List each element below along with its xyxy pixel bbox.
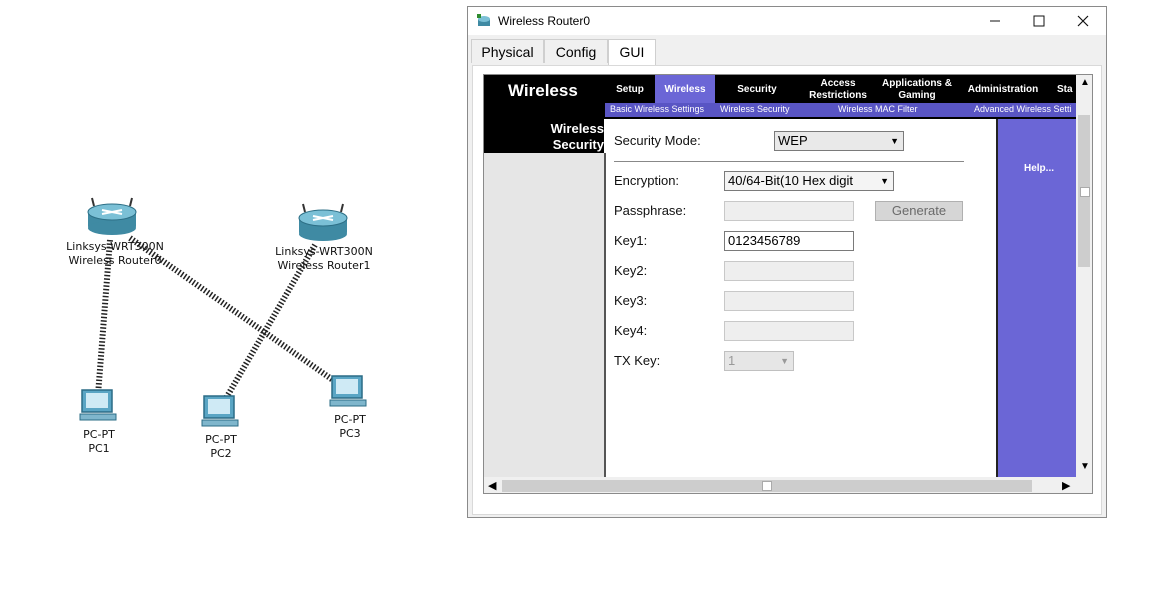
security-mode-value: WEP xyxy=(778,133,808,148)
scroll-marker xyxy=(762,481,772,491)
scroll-marker xyxy=(1080,187,1090,197)
key1-label: Key1: xyxy=(614,233,648,248)
submenu-bar: Basic Wireless Settings Wireless Securit… xyxy=(605,103,1076,117)
submenu-mac-filter[interactable]: Wireless MAC Filter xyxy=(838,104,918,114)
encryption-select[interactable]: 40/64-Bit(10 Hex digit ▼ xyxy=(724,171,894,191)
window-tabs: Physical Config GUI xyxy=(468,39,1106,65)
key2-label: Key2: xyxy=(614,263,648,278)
menu-administration[interactable]: Administration xyxy=(957,75,1049,105)
window-titlebar[interactable]: Wireless Router0 xyxy=(468,7,1106,35)
pc-name: PC2 xyxy=(210,447,232,460)
minimize-icon xyxy=(990,20,1000,22)
pc-model: PC-PT xyxy=(334,413,366,426)
encryption-label: Encryption: xyxy=(614,173,680,188)
pc2-label[interactable]: PC-PT PC2 xyxy=(194,433,248,461)
topology-workspace[interactable]: Linksys-WRT300N Wireless Router0 Linksys… xyxy=(0,0,460,605)
pc-icon xyxy=(329,375,367,407)
router-model: Linksys-WRT300N xyxy=(66,240,164,253)
topology-canvas xyxy=(79,197,367,427)
key2-input[interactable] xyxy=(724,261,854,281)
generate-button[interactable]: Generate xyxy=(875,201,963,221)
close-button[interactable] xyxy=(1060,7,1106,35)
pc-model: PC-PT xyxy=(205,433,237,446)
txkey-select[interactable]: 1 ▼ xyxy=(724,351,794,371)
menu-wireless[interactable]: Wireless xyxy=(655,75,715,105)
maximize-button[interactable] xyxy=(1016,7,1062,35)
key1-input[interactable]: 0123456789 xyxy=(724,231,854,251)
left-sidebar xyxy=(484,153,606,493)
router-name: Wireless Router1 xyxy=(277,259,371,272)
router-icon xyxy=(87,197,137,235)
key3-label: Key3: xyxy=(614,293,648,308)
scroll-left-icon[interactable]: ◀ xyxy=(488,479,496,492)
pc-icon xyxy=(201,395,239,427)
section-title-line1: Wireless xyxy=(550,121,604,136)
maximize-icon xyxy=(1033,15,1045,27)
passphrase-input[interactable] xyxy=(724,201,854,221)
submenu-advanced-wireless[interactable]: Advanced Wireless Setti xyxy=(974,104,1072,114)
app-icon xyxy=(476,13,492,34)
passphrase-label: Passphrase: xyxy=(614,203,687,218)
key4-label: Key4: xyxy=(614,323,648,338)
router0-label[interactable]: Linksys-WRT300N Wireless Router0 xyxy=(60,240,170,268)
chevron-down-icon: ▼ xyxy=(890,136,899,146)
router-name: Wireless Router0 xyxy=(68,254,162,267)
security-mode-label: Security Mode: xyxy=(614,133,701,148)
txkey-label: TX Key: xyxy=(614,353,661,368)
scroll-up-icon[interactable]: ▲ xyxy=(1080,77,1090,88)
router1-label[interactable]: Linksys-WRT300N Wireless Router1 xyxy=(268,245,380,273)
router-brand: Wireless xyxy=(508,81,578,100)
submenu-basic-wireless[interactable]: Basic Wireless Settings xyxy=(610,104,704,114)
divider xyxy=(614,161,964,162)
gui-panel: Wireless Setup Wireless Security Access … xyxy=(472,65,1102,515)
tab-physical[interactable]: Physical xyxy=(471,39,544,63)
pc3-label[interactable]: PC-PT PC3 xyxy=(323,413,377,441)
encryption-value: 40/64-Bit(10 Hex digit xyxy=(728,173,854,188)
router-web-page: Wireless Setup Wireless Security Access … xyxy=(483,74,1093,494)
router-model: Linksys-WRT300N xyxy=(275,245,373,258)
menu-setup[interactable]: Setup xyxy=(605,75,655,105)
section-title-line2: Security xyxy=(552,137,604,152)
router-icon xyxy=(298,203,348,241)
pc-name: PC1 xyxy=(88,442,110,455)
window-title: Wireless Router0 xyxy=(498,14,591,28)
pc-model: PC-PT xyxy=(83,428,115,441)
wireless-security-form: Security Mode: WEP ▼ Encryption: 40/64-B… xyxy=(606,119,994,493)
chevron-down-icon: ▼ xyxy=(780,356,789,366)
pc-icon xyxy=(79,389,117,421)
txkey-value: 1 xyxy=(728,353,736,368)
tab-gui[interactable]: GUI xyxy=(608,39,656,65)
help-sidebar: Help... xyxy=(996,119,1078,493)
menu-access-restrictions[interactable]: Access Restrictions xyxy=(799,75,877,105)
horizontal-scrollbar[interactable]: ◀ ▶ xyxy=(484,477,1076,493)
scroll-down-icon[interactable]: ▼ xyxy=(1080,461,1090,472)
minimize-button[interactable] xyxy=(972,7,1018,35)
menu-security[interactable]: Security xyxy=(715,75,799,105)
scroll-right-icon[interactable]: ▶ xyxy=(1062,479,1070,492)
pc1-label[interactable]: PC-PT PC1 xyxy=(72,428,126,456)
chevron-down-icon: ▼ xyxy=(880,176,889,186)
pc-name: PC3 xyxy=(339,427,361,440)
help-link[interactable]: Help... xyxy=(1024,163,1054,174)
key4-input[interactable] xyxy=(724,321,854,341)
tab-config[interactable]: Config xyxy=(544,39,608,63)
router-header: Wireless Setup Wireless Security Access … xyxy=(484,75,1084,119)
menu-applications-gaming[interactable]: Applications & Gaming xyxy=(877,75,957,105)
security-mode-select[interactable]: WEP ▼ xyxy=(774,131,904,151)
key3-input[interactable] xyxy=(724,291,854,311)
section-title: Wireless Security xyxy=(484,119,604,153)
device-window: Wireless Router0 Physical Config GUI Wir… xyxy=(467,6,1107,518)
vertical-scrollbar[interactable]: ▲ ▼ xyxy=(1076,75,1092,493)
close-icon xyxy=(1077,15,1089,27)
submenu-wireless-security[interactable]: Wireless Security xyxy=(720,104,790,114)
